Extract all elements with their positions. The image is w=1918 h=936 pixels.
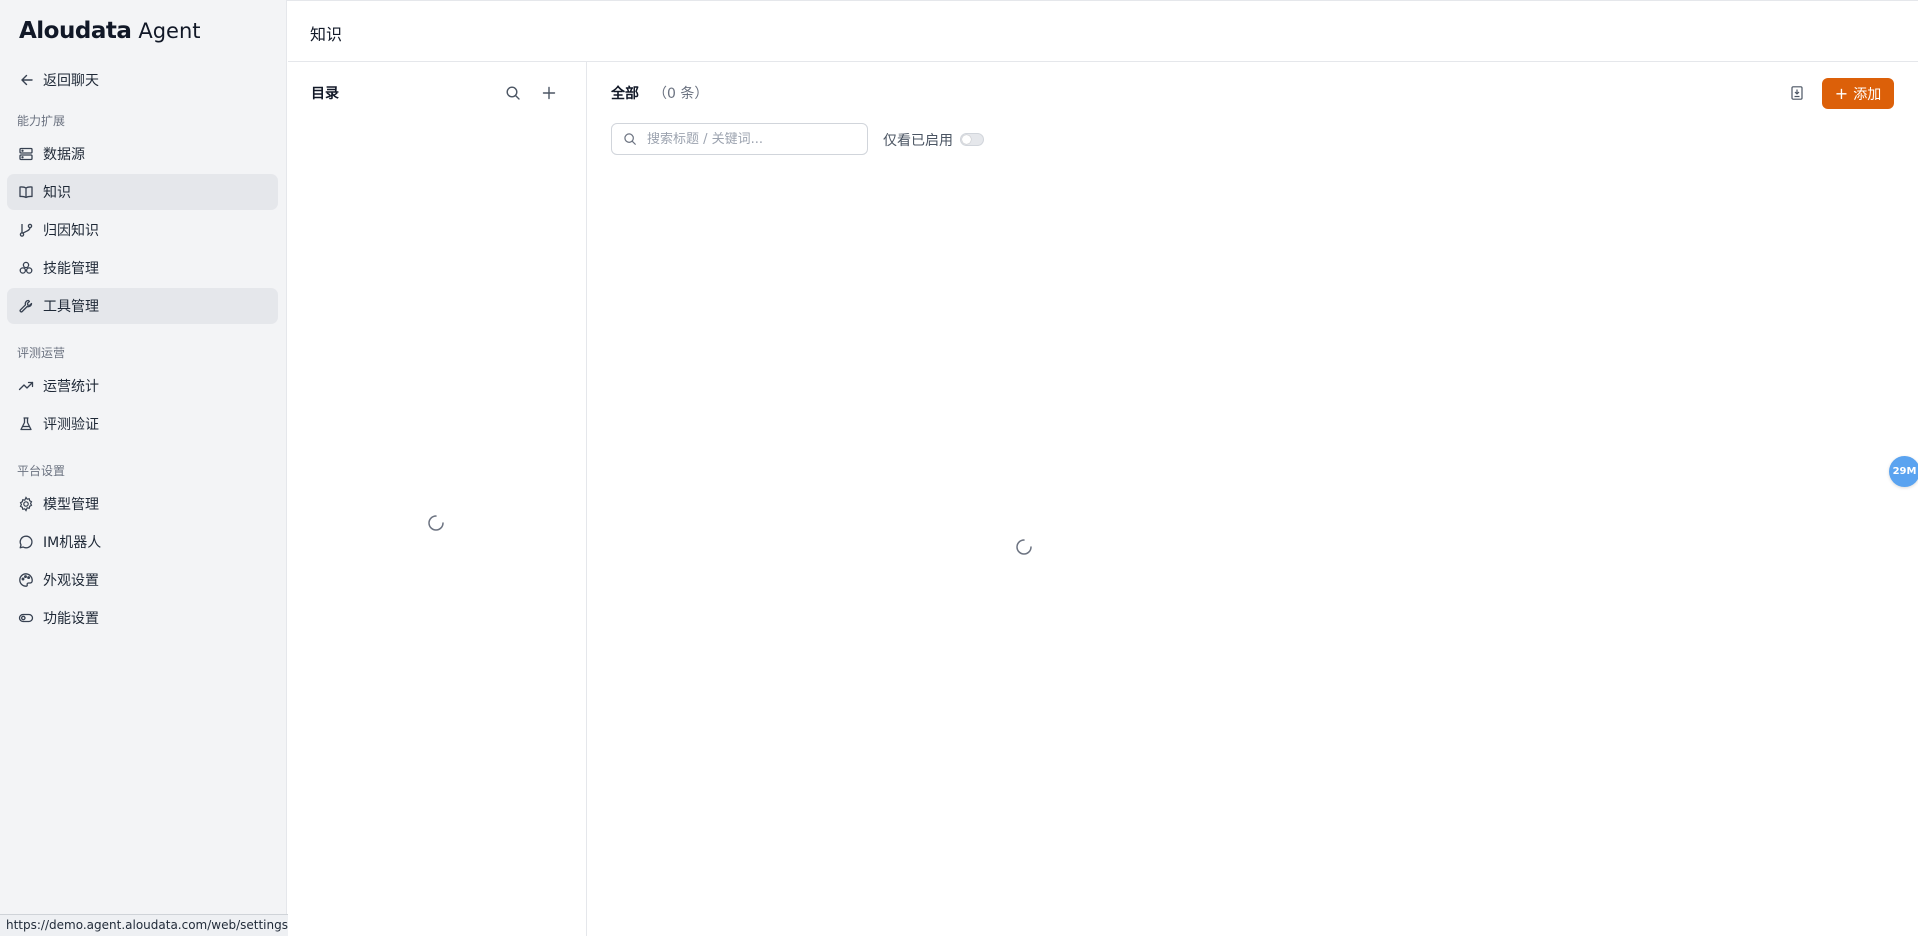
wrench-icon [17,297,35,315]
sidebar-item-knowledge[interactable]: 知识 [7,174,278,210]
skills-icon [17,259,35,277]
flask-icon [17,415,35,433]
enabled-only-toggle[interactable] [960,133,984,146]
directory-search-button[interactable] [501,81,525,105]
gear-icon [17,495,35,513]
sidebar-item-skills[interactable]: 技能管理 [7,250,278,286]
sidebar-item-label: IM机器人 [43,535,102,551]
add-knowledge-button[interactable]: + 添加 [1822,78,1894,109]
book-icon [17,183,35,201]
logo-brand: Aloudata [19,18,132,44]
directory-add-button[interactable] [537,81,561,105]
sidebar-item-im-bot[interactable]: IM机器人 [7,524,278,560]
sidebar-item-models[interactable]: 模型管理 [7,486,278,522]
back-to-chat-link[interactable]: 返回聊天 [18,68,99,92]
directory-loading-spinner-icon [428,515,444,531]
directory-title: 目录 [311,86,339,102]
plus-icon: + [1834,83,1849,103]
status-bar-url: https://demo.agent.aloudata.com/web/sett… [0,914,329,936]
back-to-chat-label: 返回聊天 [43,73,99,89]
database-icon [17,145,35,163]
toggle-knob [962,135,971,144]
section-title-capability: 能力扩展 [17,114,66,128]
sidebar-item-label: 功能设置 [43,611,99,627]
sidebar-item-datasource[interactable]: 数据源 [7,136,278,172]
sidebar-item-evaluation[interactable]: 评测验证 [7,406,278,442]
toggle-icon [17,609,35,627]
sidebar-item-label: 评测验证 [43,417,99,433]
sidebar-item-label: 模型管理 [43,497,99,513]
plus-icon [541,85,557,101]
sidebar-item-appearance[interactable]: 外观设置 [7,562,278,598]
app-logo[interactable]: Aloudata Agent [19,18,201,48]
sidebar-item-label: 归因知识 [43,223,99,239]
directory-panel: 目录 [288,62,587,936]
arrow-left-icon [18,71,36,89]
knowledge-list-panel: 全部 （0 条） + 添加 仅看已启用 [588,62,1918,936]
section-title-platform: 平台设置 [17,464,66,478]
import-button[interactable] [1785,81,1809,105]
sidebar-item-label: 技能管理 [43,261,99,277]
sidebar-item-label: 工具管理 [43,299,99,315]
logo-product: Agent [138,19,201,43]
list-loading-spinner-icon [1016,539,1032,555]
section-title-evaluation: 评测运营 [17,346,66,360]
page-header: 知识 [288,1,1918,62]
page-title: 知识 [310,25,343,44]
import-file-icon [1789,85,1805,101]
knowledge-search-input[interactable] [647,131,847,147]
sidebar-item-features[interactable]: 功能设置 [7,600,278,636]
sidebar-item-attribution-knowledge[interactable]: 归因知识 [7,212,278,248]
sidebar-item-label: 外观设置 [43,573,99,589]
sidebar-item-ops-stats[interactable]: 运营统计 [7,368,278,404]
trending-up-icon [17,377,35,395]
list-count: （0 条） [653,86,709,102]
search-icon [505,85,521,101]
add-button-label: 添加 [1853,86,1882,103]
git-branch-icon [17,221,35,239]
sidebar-item-label: 数据源 [43,147,85,163]
search-icon [623,132,637,146]
list-title: 全部 [611,86,639,102]
knowledge-search-box[interactable] [611,123,868,155]
palette-icon [17,571,35,589]
sidebar-item-tools[interactable]: 工具管理 [7,288,278,324]
sidebar: Aloudata Agent 返回聊天 能力扩展 数据源 知识 归因知识 技能管… [0,0,329,936]
floating-memory-badge[interactable]: 29M [1889,456,1918,487]
enabled-only-label: 仅看已启用 [883,133,953,149]
sidebar-item-label: 知识 [43,185,71,201]
chat-bubble-icon [17,533,35,551]
sidebar-item-label: 运营统计 [43,379,99,395]
